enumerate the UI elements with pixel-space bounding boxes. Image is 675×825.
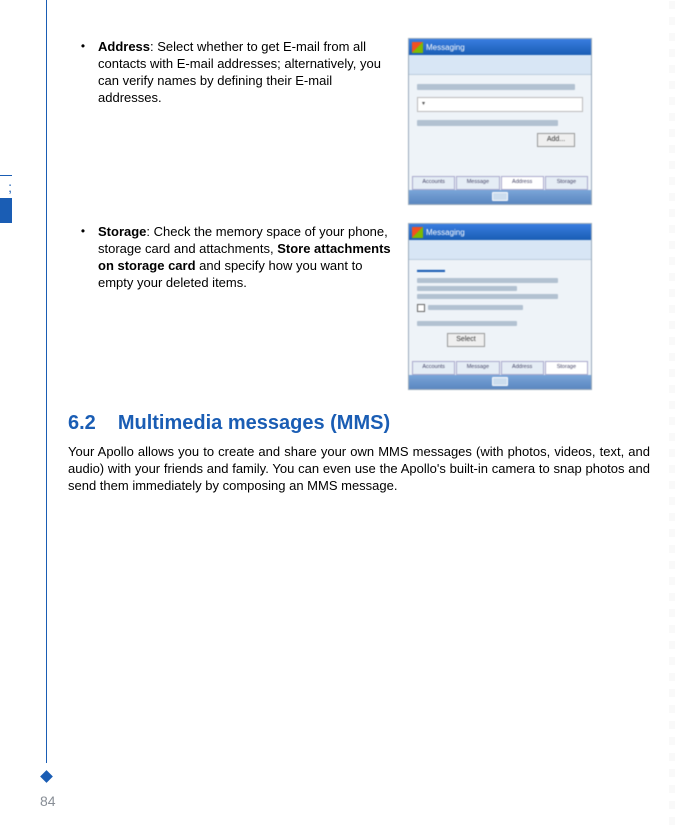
tab-message: Message (456, 361, 499, 375)
windows-icon (412, 42, 423, 53)
window-body: ▬▬▬▬ Select (409, 260, 591, 353)
page-content: • Address: Select whether to get E-mail … (68, 38, 650, 494)
bullet-marker: • (68, 38, 98, 205)
bullet-marker: • (68, 223, 98, 390)
blur-line (428, 305, 523, 310)
tab-storage: Storage (545, 361, 588, 375)
screenshot-container: Messaging ▾ Add... Accounts Message Addr… (408, 38, 598, 205)
window-titlebar: Messaging (409, 39, 591, 55)
footer-diamond-icon (40, 770, 53, 783)
bullet-body: Storage: Check the memory space of your … (98, 223, 392, 390)
side-tab: ; (0, 175, 12, 223)
tab-accounts: Accounts (412, 361, 455, 375)
window-title: Messaging (426, 43, 465, 52)
window-tabs: Accounts Message Address Storage (412, 361, 588, 375)
window-bottombar (409, 190, 591, 204)
side-tab-bottom (0, 199, 12, 223)
dropdown-field: ▾ (417, 97, 583, 112)
tab-address: Address (501, 361, 544, 375)
section-body: Your Apollo allows you to create and sha… (68, 443, 650, 494)
page-number: 84 (40, 793, 56, 809)
window-title: Messaging (426, 228, 465, 237)
tab-storage: Storage (545, 176, 588, 190)
blur-line (417, 84, 575, 90)
page-right-edge (669, 0, 675, 825)
blur-line (417, 294, 558, 299)
add-button-mock: Add... (537, 133, 575, 147)
vertical-divider (46, 0, 47, 763)
bullet-text: • Storage: Check the memory space of you… (68, 223, 392, 390)
windows-icon (412, 227, 423, 238)
tab-message: Message (456, 176, 499, 190)
window-tabs: Accounts Message Address Storage (412, 176, 588, 190)
window-titlebar: Messaging (409, 224, 591, 240)
blur-line (417, 278, 558, 283)
keyboard-icon (492, 377, 508, 386)
blur-line (417, 120, 558, 126)
bullet-item-storage: • Storage: Check the memory space of you… (68, 223, 650, 390)
section-title: Multimedia messages (MMS) (118, 412, 390, 434)
tab-address: Address (501, 176, 544, 190)
tab-accounts: Accounts (412, 176, 455, 190)
bullet-item-address: • Address: Select whether to get E-mail … (68, 38, 650, 205)
side-tab-top: ; (0, 175, 12, 199)
checkbox-row (417, 302, 583, 313)
storage-screenshot: Messaging ▬▬▬▬ Select Accounts Message (408, 223, 592, 390)
window-body: ▾ Add... (409, 75, 591, 135)
keyboard-icon (492, 192, 508, 201)
screenshot-container: Messaging ▬▬▬▬ Select Accounts Message (408, 223, 598, 390)
section-heading: 6.2 Multimedia messages (MMS) (68, 412, 650, 435)
window-bottombar (409, 375, 591, 389)
bullet-label: Storage (98, 224, 146, 239)
window-toolbar (409, 240, 591, 260)
section-label: ▬▬▬▬ (417, 266, 583, 275)
window-toolbar (409, 55, 591, 75)
bullet-text: • Address: Select whether to get E-mail … (68, 38, 392, 205)
address-screenshot: Messaging ▾ Add... Accounts Message Addr… (408, 38, 592, 205)
bullet-body: Address: Select whether to get E-mail fr… (98, 38, 392, 205)
bullet-label: Address (98, 39, 150, 54)
blur-line (417, 321, 517, 326)
checkbox-icon (417, 304, 425, 312)
section-number: 6.2 (68, 412, 96, 434)
blur-line (417, 286, 517, 291)
select-button-mock: Select (447, 333, 485, 347)
